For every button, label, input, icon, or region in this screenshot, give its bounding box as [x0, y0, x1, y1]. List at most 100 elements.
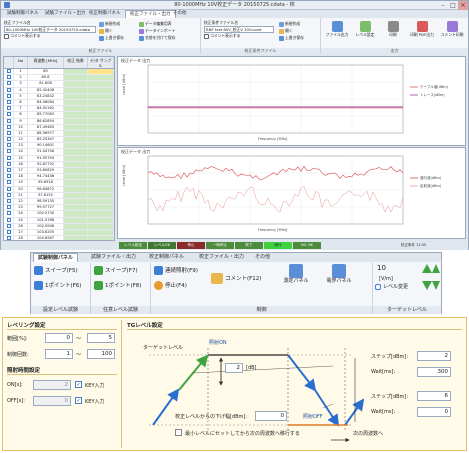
level-up-icon[interactable]: [422, 264, 432, 273]
measure-panel-button[interactable]: 測定パネル: [276, 264, 316, 284]
row-checkbox[interactable]: [4, 106, 14, 112]
row-checkbox[interactable]: [4, 180, 14, 186]
new-button[interactable]: 新規作成: [99, 21, 120, 27]
step-up-input[interactable]: 2: [417, 351, 451, 361]
group-cal-file: 校正ファイル名 80-1000MHz 10V校正データ 20150725.cda…: [1, 18, 201, 54]
file-output-button[interactable]: ファイル出力: [325, 21, 349, 38]
status-bar: レベル設定 レベルOK 停止 一時停止 終了 続行 NG OK 校正条件 12:…: [1, 241, 468, 250]
overwrite-button[interactable]: 上書き保存: [99, 35, 124, 41]
cell-freq: 87.49483: [28, 124, 64, 130]
tab-cal-file[interactable]: 校正ファイル・出力: [125, 10, 176, 18]
cond-save-button[interactable]: 上書き保存: [279, 35, 304, 41]
cell-sample: [88, 186, 114, 192]
cell-no: 2: [14, 75, 28, 81]
saveas-button[interactable]: 名前を付けて保存: [139, 35, 175, 41]
min-level-checkbox[interactable]: [175, 429, 182, 436]
step-f8-button[interactable]: 1ポイント(F8): [94, 281, 141, 291]
row-checkbox[interactable]: [4, 155, 14, 161]
row-checkbox[interactable]: [4, 149, 14, 155]
row-checkbox[interactable]: [4, 69, 14, 75]
tab2-test-control[interactable]: 試験制御パネル: [33, 253, 79, 262]
cond-new-button[interactable]: 新規作成: [279, 21, 300, 27]
row-checkbox[interactable]: [4, 124, 14, 130]
cell-result: [64, 205, 88, 211]
range-to-input[interactable]: 5: [87, 333, 115, 343]
open-button[interactable]: 開く: [99, 28, 113, 34]
cond-file-field[interactable]: RNF test 80V_校正V 10V.cond: [204, 26, 274, 33]
row-checkbox[interactable]: [4, 186, 14, 192]
cal-file-field[interactable]: 80-1000MHz 10V校正データ 20150725.cdata: [4, 26, 96, 33]
tab2-test-file[interactable]: 試験ファイル・出力: [87, 253, 140, 262]
row-checkbox[interactable]: [4, 75, 14, 81]
row-checkbox[interactable]: [4, 112, 14, 118]
count-tilde: 〜: [76, 352, 82, 358]
level-change-checkbox[interactable]: レベル変更: [375, 283, 408, 291]
minimize-icon[interactable]: –: [438, 1, 448, 10]
tab2-cal-file[interactable]: 校正ファイル・出力: [195, 253, 248, 262]
row-checkbox[interactable]: [4, 217, 14, 223]
comment-f12-button[interactable]: コメント(F12): [211, 273, 261, 284]
row-checkbox[interactable]: [4, 192, 14, 198]
off-key-checkbox[interactable]: ✓: [75, 397, 82, 404]
cell-sample: [88, 106, 114, 112]
down-width-input[interactable]: 0: [255, 411, 287, 421]
tab-other[interactable]: その他: [169, 10, 191, 18]
cell-result: [64, 186, 88, 192]
tab-cal-control[interactable]: 校正制御パネル: [85, 10, 125, 18]
cell-result: [64, 75, 88, 81]
row-checkbox[interactable]: [4, 81, 14, 87]
cell-no: 16: [14, 161, 28, 167]
cond-open-button[interactable]: 開く: [279, 28, 293, 34]
row-checkbox[interactable]: [4, 161, 14, 167]
off-input[interactable]: 0: [33, 396, 71, 406]
row-checkbox[interactable]: [4, 168, 14, 174]
count-to-input[interactable]: 100: [87, 349, 115, 359]
tab2-cal-control[interactable]: 校正制御パネル: [145, 253, 188, 262]
maximize-icon[interactable]: □: [448, 1, 458, 10]
row-checkbox[interactable]: [4, 137, 14, 143]
db-input[interactable]: 2: [225, 363, 243, 373]
print-button[interactable]: 印刷: [381, 21, 405, 38]
row-checkbox[interactable]: [4, 174, 14, 180]
import-button[interactable]: データインポート: [139, 28, 175, 34]
tab2-other[interactable]: その他: [251, 253, 274, 262]
row-checkbox[interactable]: [4, 205, 14, 211]
sweep-f5-button[interactable]: スイープ(F5): [34, 266, 78, 276]
wait-down-input[interactable]: 0: [417, 407, 451, 417]
cell-sample: [88, 99, 114, 106]
comment-print-button[interactable]: コメント印刷: [439, 21, 465, 38]
level-set-button[interactable]: レベル設定: [353, 21, 377, 38]
stop-f4-button[interactable]: 停止(F4): [154, 281, 187, 291]
row-checkbox[interactable]: [4, 87, 14, 93]
row-checkbox[interactable]: [4, 223, 14, 229]
level-down-fast-icon[interactable]: [432, 281, 440, 290]
row-checkbox[interactable]: [4, 229, 14, 236]
level-up-fast-icon[interactable]: [432, 264, 440, 273]
sweep-f7-button[interactable]: スイープ(F7): [94, 266, 138, 276]
row-checkbox[interactable]: [4, 211, 14, 217]
row-checkbox[interactable]: [4, 198, 14, 205]
close-icon[interactable]: ×: [458, 1, 468, 10]
row-checkbox[interactable]: [4, 118, 14, 124]
wait-up-input[interactable]: 300: [417, 367, 451, 377]
row-checkbox[interactable]: [4, 99, 14, 106]
checkbox-show[interactable]: コメント表示する: [204, 33, 240, 39]
row-checkbox[interactable]: [4, 143, 14, 149]
field-panel-button[interactable]: 電界パネル: [319, 264, 359, 284]
step-down-input[interactable]: 6: [417, 391, 451, 401]
on-key-checkbox[interactable]: ✓: [75, 381, 82, 388]
on-input[interactable]: 2: [33, 380, 71, 390]
row-checkbox[interactable]: [4, 93, 14, 99]
import-icon: [139, 28, 144, 34]
pdf-button[interactable]: 印刷 PDF出力: [409, 21, 435, 38]
tab-test-control[interactable]: 試験制御パネル: [3, 10, 43, 18]
count-from-input[interactable]: 1: [45, 349, 73, 359]
auto-f9-button[interactable]: 連続照射(F9): [154, 266, 198, 276]
range-from-input[interactable]: 0: [45, 333, 73, 343]
level-down-icon[interactable]: [422, 281, 432, 290]
row-checkbox[interactable]: [4, 130, 14, 137]
checkbox-auto[interactable]: コメント表示する: [4, 33, 40, 39]
datalist-button[interactable]: データ編集用表: [139, 21, 172, 27]
step-f6-button[interactable]: 1ポイント(F6): [34, 281, 81, 291]
tab-test-file[interactable]: 試験ファイル・出力: [41, 10, 90, 18]
